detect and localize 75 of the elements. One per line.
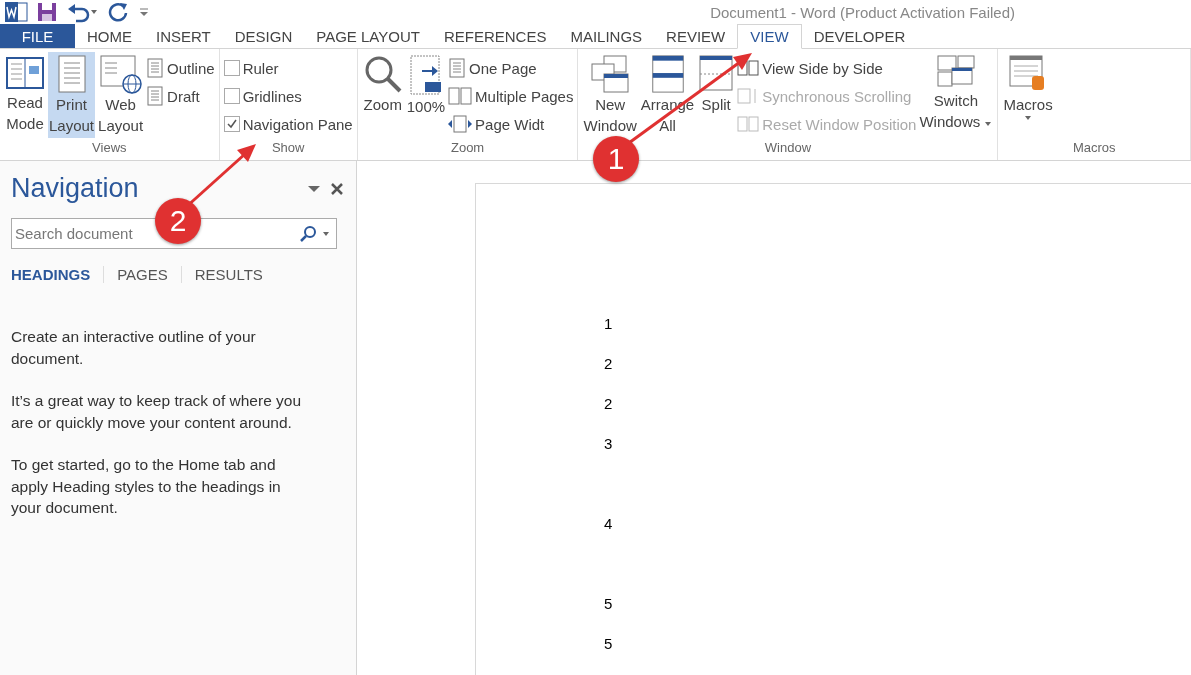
reset-window-icon — [737, 115, 760, 133]
dropdown-icon[interactable] — [308, 184, 320, 193]
ribbon-tab[interactable]: VIEW — [737, 24, 802, 49]
redo-icon[interactable] — [108, 1, 130, 23]
document-icon — [448, 58, 467, 78]
ribbon-button[interactable]: Read Mode — [4, 52, 46, 138]
checkbox[interactable] — [223, 60, 240, 76]
document-text: 5 — [604, 595, 613, 612]
ribbon-button[interactable]: Print Layout — [48, 52, 96, 138]
ribbon-button[interactable]: Zoom — [361, 52, 404, 138]
document-text: 5 — [604, 635, 613, 652]
two-pages-icon — [448, 86, 473, 106]
customize-menu-icon[interactable] — [138, 6, 150, 18]
pane-tab[interactable]: HEADINGS — [11, 266, 104, 283]
pane-tab[interactable]: PAGES — [103, 266, 181, 283]
checkbox-label: Navigation Pane — [242, 115, 353, 133]
group-label: Window — [764, 139, 812, 157]
document-text: 2 — [604, 355, 613, 372]
ribbon-button[interactable]: View Side by Side — [737, 56, 917, 80]
web-page-icon — [98, 54, 143, 94]
ribbon-button[interactable]: Split — [697, 52, 736, 138]
ribbon-tab[interactable]: HOME — [75, 24, 144, 48]
checkbox-label: Ruler — [242, 59, 279, 77]
window-title: Document1 - Word (Product Activation Failed) — [710, 3, 1015, 21]
document-text: 3 — [604, 435, 613, 452]
checkbox[interactable] — [223, 88, 240, 104]
document-text: 1 — [604, 315, 613, 332]
pane-title: Navigation — [11, 173, 140, 204]
checkbox[interactable] — [223, 116, 240, 132]
checkbox-label: Gridlines — [242, 87, 302, 105]
ribbon-button[interactable]: Page Widt — [448, 112, 574, 136]
ribbon-tab[interactable]: PAGE LAYOUT — [304, 24, 432, 48]
step-badge: 1 — [593, 136, 639, 182]
close-icon[interactable] — [330, 181, 344, 196]
ribbon-button[interactable]: Multiple Pages — [448, 84, 574, 108]
ribbon-tab[interactable]: MAILINGS — [558, 24, 655, 48]
ribbon-tab[interactable]: REVIEW — [654, 24, 738, 48]
group-label: Views — [92, 139, 127, 157]
book-icon — [5, 54, 45, 92]
split-window-icon — [698, 54, 735, 94]
search-icon[interactable] — [299, 225, 317, 243]
document-icon — [146, 58, 165, 78]
help-text: Create an interactive outline of your document. — [11, 327, 257, 369]
ribbon-tab[interactable]: DEVELOPER — [801, 24, 918, 48]
ribbon-tab[interactable]: INSERT — [144, 24, 223, 48]
undo-icon[interactable] — [66, 1, 100, 23]
document-icon — [146, 86, 165, 106]
windows-icon — [590, 54, 631, 94]
help-text: To get started, go to the Home tab and apply Heading styles to the headings in your document. — [11, 455, 282, 518]
ribbon-tab[interactable]: DESIGN — [222, 24, 305, 48]
group-label: Zoom — [450, 139, 485, 157]
stacked-windows-icon — [649, 54, 686, 94]
page-width-icon — [448, 114, 473, 134]
document-text: 4 — [604, 515, 613, 532]
checkmark-icon — [225, 118, 238, 130]
group-label: Macros — [1072, 139, 1116, 157]
ribbon-button[interactable]: 100% — [405, 52, 447, 138]
help-text: It’s a great way to keep track of where you are or quickly move your content around. — [11, 391, 303, 433]
ribbon-tab[interactable]: REFERENCES — [431, 24, 559, 48]
ribbon-button[interactable]: Web Layout — [97, 52, 145, 138]
page-zoom-icon — [407, 54, 444, 96]
file-tab[interactable]: FILE — [0, 24, 75, 48]
ribbon-button[interactable]: Macros — [1002, 52, 1054, 138]
ribbon-button[interactable]: Draft — [146, 84, 215, 108]
ribbon-button[interactable]: New Window — [582, 52, 638, 138]
windows-icon — [935, 54, 976, 90]
ribbon-button[interactable]: One Page — [448, 56, 574, 80]
pane-tab[interactable]: RESULTS — [180, 266, 276, 283]
ribbon-button[interactable]: Outline — [146, 56, 215, 80]
caret-icon[interactable] — [321, 230, 331, 238]
save-icon[interactable] — [36, 1, 58, 23]
document-text: 2 — [604, 395, 613, 412]
group-label: Show — [271, 139, 305, 157]
ribbon-button[interactable]: Switch Windows — [918, 52, 994, 138]
side-by-side-icon — [737, 59, 760, 77]
